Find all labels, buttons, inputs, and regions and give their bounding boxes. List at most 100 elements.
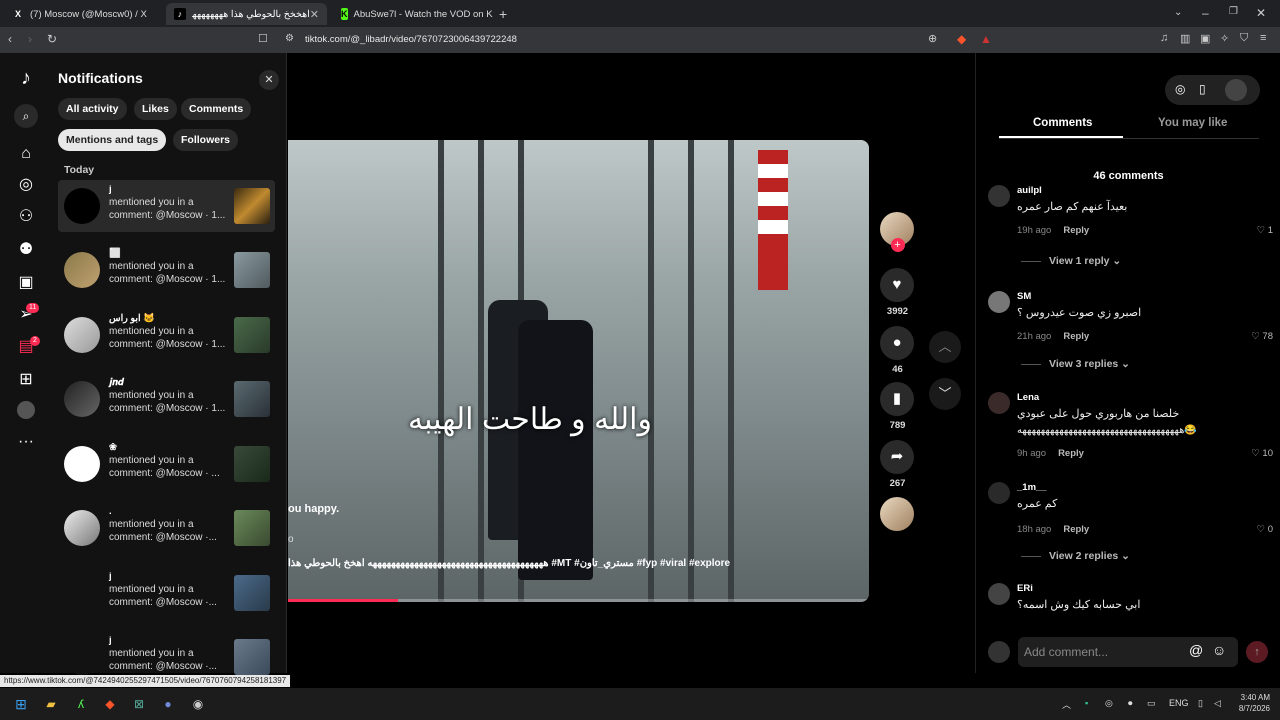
filter-mentions-and-tags[interactable]: Mentions and tags <box>58 129 167 151</box>
view-replies-button[interactable]: View 3 replies ⌄ <box>1021 358 1130 370</box>
tray-volume-icon[interactable]: ◁ <box>1214 698 1221 709</box>
follow-plus-icon[interactable]: + <box>890 238 905 252</box>
comment-icon[interactable]: ● <box>880 326 914 360</box>
filter-all-activity[interactable]: All activity <box>58 98 127 120</box>
next-video-button[interactable]: ﹀ <box>929 378 961 410</box>
avatar[interactable] <box>64 252 100 288</box>
wallet-icon[interactable]: ▣ <box>1200 32 1210 45</box>
tray-app-icon[interactable]: ▪ <box>1085 698 1088 708</box>
comment-action[interactable]: ● 46 <box>880 326 915 375</box>
maximize-icon[interactable]: ❐ <box>1229 6 1238 17</box>
minimize-icon[interactable]: – <box>1202 6 1209 20</box>
discord-icon[interactable]: ● <box>160 696 176 712</box>
windows-start-icon[interactable]: ⊞ <box>13 696 29 712</box>
avatar[interactable] <box>64 381 100 417</box>
app-icon[interactable]: ⊠ <box>131 696 147 712</box>
language-indicator[interactable]: ENG <box>1169 698 1189 708</box>
video-thumbnail[interactable] <box>234 446 270 482</box>
following-icon[interactable]: ⚇ <box>15 206 37 228</box>
notification-item[interactable]: ❀ mentioned you in a comment: @Moscow · … <box>58 438 275 490</box>
bookmark-icon[interactable]: ☐ <box>258 32 268 45</box>
notification-item[interactable]: j mentioned you in a comment: @Moscow ·.… <box>58 567 275 619</box>
tray-network-icon[interactable]: ▯ <box>1198 698 1203 709</box>
notification-item[interactable]: 𝒋𝒏𝒅 mentioned you in a comment: @Moscow … <box>58 373 275 425</box>
upload-icon[interactable]: ⊞ <box>15 369 37 391</box>
reload-icon[interactable]: ↻ <box>47 32 57 46</box>
avatar[interactable] <box>64 317 100 353</box>
video-thumbnail[interactable] <box>234 639 270 675</box>
sidebar-icon[interactable]: ▥ <box>1180 32 1190 45</box>
avatar[interactable] <box>988 583 1010 605</box>
video-thumbnail[interactable] <box>234 510 270 546</box>
video-player[interactable]: والله و طاحت الهيبه ou happy. o هههههههه… <box>288 140 869 602</box>
leo-icon[interactable]: ✧ <box>1220 32 1229 45</box>
filter-followers[interactable]: Followers <box>173 129 239 151</box>
media-icon[interactable]: ♫ <box>1160 32 1168 44</box>
reply-button[interactable]: Reply <box>1063 524 1089 535</box>
avatar[interactable] <box>988 291 1010 313</box>
bookmark-icon[interactable]: ▮ <box>880 382 914 416</box>
avatar[interactable] <box>64 575 100 611</box>
reply-button[interactable]: Reply <box>1063 225 1089 236</box>
filter-comments[interactable]: Comments <box>181 98 252 120</box>
send-comment-button[interactable]: ↑ <box>1246 641 1268 663</box>
reply-button[interactable]: Reply <box>1063 331 1089 342</box>
avatar[interactable] <box>64 639 100 675</box>
heart-icon[interactable]: ♥ <box>880 268 914 302</box>
brave-shield-icon[interactable]: ◆ <box>957 32 966 46</box>
clock[interactable]: 3:40 AM 8/7/2026 <box>1232 692 1270 714</box>
tab-comments[interactable]: Comments <box>1033 117 1092 129</box>
menu-icon[interactable]: ≡ <box>1260 32 1266 44</box>
video-thumbnail[interactable] <box>234 317 270 353</box>
explore-icon[interactable]: ◎ <box>15 174 37 196</box>
notification-item[interactable]: ابو راس 🐱 mentioned you in a comment: @M… <box>58 309 275 361</box>
comment-like[interactable]: ♡ 0 <box>1257 524 1273 535</box>
share-icon[interactable]: ➦ <box>880 440 914 474</box>
tab-kick[interactable]: K AbuSwe7l - Watch the VOD on Kick <box>333 3 493 25</box>
music-disc-icon[interactable] <box>880 497 914 531</box>
video-thumbnail[interactable] <box>234 252 270 288</box>
device-icon[interactable]: ▯ <box>1199 82 1206 96</box>
tab-x[interactable]: X (7) Moscow (@Moscw0) / X <box>4 3 164 25</box>
comment-username[interactable]: ERi <box>1017 583 1033 594</box>
comment-like[interactable]: ♡ 1 <box>1257 225 1273 236</box>
new-tab-icon[interactable]: + <box>499 6 507 22</box>
notification-item[interactable]: . mentioned you in a comment: @Moscow ·.… <box>58 502 275 554</box>
notification-item[interactable]: ⬜ mentioned you in a comment: @Moscow · … <box>58 244 275 296</box>
comment-username[interactable]: SM <box>1017 291 1031 302</box>
previous-video-button[interactable]: ︿ <box>929 331 961 363</box>
comment-like[interactable]: ♡ 10 <box>1251 448 1273 459</box>
avatar[interactable] <box>1225 79 1247 101</box>
close-notifications-button[interactable]: ✕ <box>259 70 279 90</box>
avatar[interactable] <box>988 482 1010 504</box>
app-icon[interactable]: ◉ <box>190 696 206 712</box>
video-thumbnail[interactable] <box>234 188 270 224</box>
like-action[interactable]: ♥ 3992 <box>880 268 915 317</box>
save-action[interactable]: ▮ 789 <box>880 382 915 431</box>
tray-chevron-icon[interactable]: ︿ <box>1062 698 1071 711</box>
window-close-icon[interactable]: ✕ <box>1256 6 1266 20</box>
music-disc[interactable] <box>880 497 915 531</box>
avatar[interactable] <box>64 188 100 224</box>
close-tab-icon[interactable]: ✕ <box>310 8 319 21</box>
back-icon[interactable]: ‹ <box>8 32 12 46</box>
avatar[interactable] <box>64 446 100 482</box>
friends-icon[interactable]: ⚉ <box>15 239 37 261</box>
avatar[interactable] <box>64 510 100 546</box>
mention-icon[interactable]: @ <box>1189 642 1203 658</box>
tab-tiktok[interactable]: ♪ اهخخخ بالحوطي هذا هههههههههه ✕ <box>166 3 327 25</box>
live-icon[interactable]: ▣ <box>15 272 37 294</box>
avatar[interactable] <box>988 185 1010 207</box>
video-description[interactable]: ههههههههههههههههههههههههههههههههههههههه … <box>288 558 869 569</box>
comment-username[interactable]: Lena <box>1017 392 1039 403</box>
file-explorer-icon[interactable]: ▰ <box>43 696 59 712</box>
comment-username[interactable]: _1m__ <box>1017 482 1047 493</box>
video-thumbnail[interactable] <box>234 575 270 611</box>
notification-item[interactable]: j mentioned you in a comment: @Moscow · … <box>58 180 275 232</box>
tray-discord-icon[interactable]: ◎ <box>1105 698 1113 709</box>
zoom-icon[interactable]: ⊕ <box>928 32 937 45</box>
forward-icon[interactable]: › <box>28 32 32 46</box>
home-icon[interactable]: ⌂ <box>15 143 37 165</box>
tiktok-logo-icon[interactable]: ♪ <box>15 67 37 89</box>
share-action[interactable]: ➦ 267 <box>880 440 915 489</box>
